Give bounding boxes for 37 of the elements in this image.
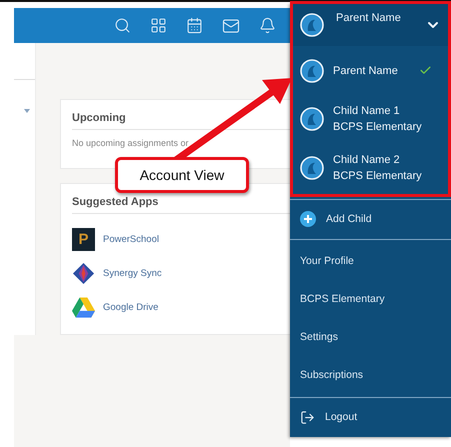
app-link[interactable]: PowerSchool — [103, 234, 159, 244]
account-item[interactable]: Child Name 2 BCPS Elementary — [290, 144, 451, 193]
caret-icon[interactable] — [24, 109, 30, 113]
account-item[interactable]: Child Name 1 BCPS Elementary — [290, 94, 451, 144]
account-name: Child Name 1 — [333, 104, 401, 120]
account-school: BCPS Elementary — [333, 120, 422, 136]
annotation-callout: Account View — [115, 157, 249, 193]
avatar-icon — [300, 12, 324, 37]
avatar-icon — [300, 58, 324, 82]
account-switcher[interactable]: Parent Name — [290, 3, 451, 46]
account-item[interactable]: Parent Name — [290, 46, 451, 95]
plus-icon — [300, 211, 316, 228]
account-name: Parent Name — [333, 64, 398, 78]
menu-link[interactable]: Your Profile — [290, 242, 451, 280]
avatar-icon — [300, 156, 324, 180]
powerschool-logo: P — [72, 228, 95, 250]
add-child-button[interactable]: Add Child — [290, 200, 451, 239]
app-link[interactable]: Google Drive — [103, 302, 158, 312]
grid-icon[interactable] — [150, 17, 167, 34]
menu-link[interactable]: BCPS Elementary — [290, 280, 451, 318]
account-school: BCPS Elementary — [333, 169, 422, 184]
drive-triangle-icon — [72, 296, 95, 318]
empty-message: No upcoming assignments or — [72, 138, 190, 150]
menu-link[interactable]: Settings — [290, 318, 451, 356]
calendar-icon[interactable] — [186, 17, 203, 34]
logout-icon — [300, 410, 315, 425]
app-link[interactable]: Synergy Sync — [103, 268, 162, 278]
mail-icon[interactable] — [222, 16, 240, 34]
logout-button[interactable]: Logout — [290, 398, 451, 438]
menu-link[interactable]: Subscriptions — [290, 356, 451, 394]
avatar-icon — [300, 107, 324, 132]
search-icon[interactable] — [114, 17, 131, 34]
bell-icon[interactable] — [259, 17, 276, 34]
diamond-logo-icon — [72, 262, 95, 284]
card-title: Suggested Apps — [72, 196, 290, 214]
card-title: Upcoming — [72, 112, 290, 130]
account-name: Child Name 2 — [333, 153, 401, 168]
